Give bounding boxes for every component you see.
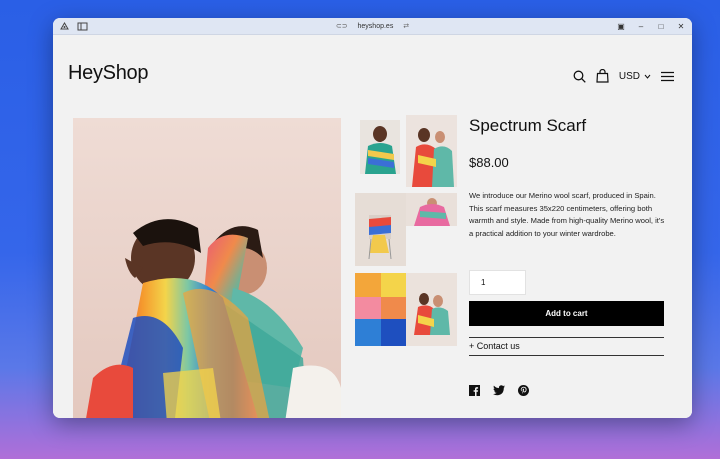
pinterest-icon[interactable] [518,383,529,401]
product-main-image[interactable] [73,118,341,418]
thumbnail-2[interactable] [406,115,457,187]
quantity-input[interactable]: 1 [469,270,526,295]
thumbnail-6[interactable] [406,273,457,346]
maximize-icon[interactable]: □ [656,20,666,33]
store-logo[interactable]: HeyShop [68,62,148,85]
product-description: We introduce our Merino wool scarf, prod… [469,191,665,238]
search-icon[interactable] [573,70,586,83]
address-url: heyshop.es [357,23,394,30]
chevron-down-icon [644,74,651,79]
thumbnail-4[interactable] [406,193,457,226]
thumbnail-3[interactable] [355,193,406,266]
address-bar[interactable]: ⊂⊃ heyshop.es ⇄ [53,20,692,33]
thumbnail-1[interactable] [360,120,400,174]
hamburger-menu-icon[interactable] [661,71,674,82]
product-title: Spectrum Scarf [469,116,587,135]
store-page: HeyShop USD Spectrum Scarf $88.00 We int… [53,36,692,418]
bag-icon[interactable] [596,69,609,83]
add-to-cart-button[interactable]: Add to cart [469,301,664,326]
contact-us-toggle[interactable]: + Contact us [469,337,664,356]
tab-switch-icon[interactable]: ⇄ [403,23,409,30]
link-icon: ⊂⊃ [335,23,348,30]
close-icon[interactable]: ✕ [676,20,686,33]
split-view-icon[interactable]: ▣ [616,20,626,33]
product-price: $88.00 [469,155,509,170]
minimize-icon[interactable]: – [636,20,646,33]
currency-label: USD [618,70,640,82]
facebook-icon[interactable] [469,383,480,401]
thumbnail-5[interactable] [355,273,406,346]
twitter-icon[interactable] [493,383,505,401]
browser-titlebar: ⊂⊃ heyshop.es ⇄ ▣ – □ ✕ [53,18,692,35]
social-share-links [469,383,529,401]
currency-selector[interactable]: USD [619,71,651,82]
browser-window: ⊂⊃ heyshop.es ⇄ ▣ – □ ✕ HeyShop USD Spec… [53,18,692,418]
